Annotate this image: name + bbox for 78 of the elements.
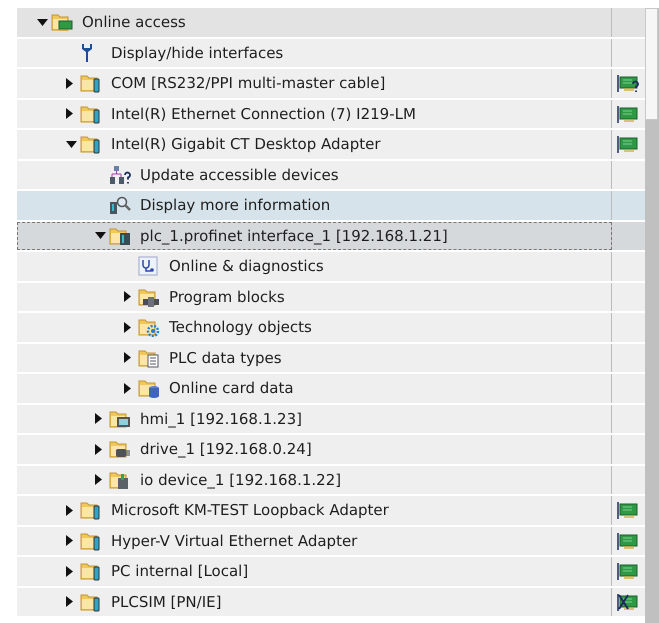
tree-item-label: Microsoft KM-TEST Loopback Adapter <box>111 501 389 520</box>
expanded-arrow-icon[interactable] <box>95 232 106 240</box>
tree-row[interactable]: Display more information <box>17 191 645 222</box>
collapsed-arrow-icon[interactable] <box>124 322 131 333</box>
tree-row[interactable]: Online card data <box>17 374 645 404</box>
tree-row[interactable]: hmi_1 [192.168.1.23] <box>17 404 645 435</box>
tree-item-label: Online card data <box>169 379 294 398</box>
collapsed-arrow-icon[interactable] <box>66 566 73 577</box>
folder-phone-icon <box>80 73 102 94</box>
folder-gear-icon <box>138 317 160 338</box>
scrollbar-thumb[interactable] <box>645 8 658 120</box>
tree-item-label: Display more information <box>140 196 330 214</box>
tree-row[interactable]: plc_1.profinet interface_1 [192.168.1.21] <box>17 222 645 252</box>
tree-item-label: Online & diagnostics <box>169 257 324 276</box>
folder-card-icon <box>51 12 73 32</box>
tree-row[interactable]: drive_1 [192.168.0.24] <box>17 435 645 466</box>
expanded-arrow-icon[interactable] <box>66 140 77 148</box>
tree-row[interactable]: Intel(R) Gigabit CT Desktop Adapter <box>17 130 645 160</box>
tree-item-label: Online access <box>82 13 186 32</box>
folder-phone-icon <box>80 500 102 520</box>
tree-row[interactable]: Intel(R) Ethernet Connection (7) I219-LM <box>17 100 645 130</box>
tree-row[interactable]: Hyper-V Virtual Ethernet Adapter <box>17 526 645 557</box>
collapsed-arrow-icon[interactable] <box>66 108 73 120</box>
collapsed-arrow-icon[interactable] <box>95 444 102 455</box>
folder-motor-icon <box>109 439 131 460</box>
tree-row[interactable]: Technology objects <box>17 313 645 344</box>
tree-row[interactable]: PC internal [Local] <box>17 557 645 588</box>
tree-row[interactable]: Display/hide interfaces <box>17 38 645 69</box>
folder-phone-icon <box>80 134 102 154</box>
tree-item-label: Technology objects <box>169 318 312 336</box>
folder-phone-icon <box>80 104 102 124</box>
tree-item-label: Intel(R) Gigabit CT Desktop Adapter <box>111 135 380 154</box>
collapsed-arrow-icon[interactable] <box>66 78 73 89</box>
tree-row[interactable]: Online access <box>17 8 645 38</box>
tree-row[interactable]: Program blocks <box>17 282 645 313</box>
tree-row[interactable]: PLC data types <box>17 344 645 374</box>
folder-phone-icon <box>80 561 102 582</box>
collapsed-arrow-icon[interactable] <box>95 474 102 486</box>
expanded-arrow-icon[interactable] <box>37 18 48 26</box>
collapsed-arrow-icon[interactable] <box>124 352 131 364</box>
folder-phone-icon <box>80 592 102 612</box>
tree-row[interactable]: COM [RS232/PPI multi-master cable] <box>17 69 645 100</box>
tree-item-label: hmi_1 [192.168.1.23] <box>140 410 302 428</box>
tree-row[interactable]: Online & diagnostics <box>17 252 645 282</box>
collapsed-arrow-icon[interactable] <box>124 291 131 302</box>
tree-item-label: COM [RS232/PPI multi-master cable] <box>111 74 386 92</box>
collapsed-arrow-icon[interactable] <box>124 382 131 394</box>
folder-io-icon <box>109 470 131 490</box>
tree-item-label: Update accessible devices <box>140 166 339 184</box>
tree-row[interactable]: io device_1 [192.168.1.22] <box>17 466 645 496</box>
tree-item-label: Program blocks <box>169 288 285 306</box>
collapsed-arrow-icon[interactable] <box>95 413 102 424</box>
wrench-icon <box>80 42 94 63</box>
magnifier-device-icon <box>109 195 131 216</box>
tree-item-label: Intel(R) Ethernet Connection (7) I219-LM <box>111 104 416 123</box>
folder-doc-icon <box>138 348 160 368</box>
tree-row[interactable]: Update accessible devices <box>17 160 645 191</box>
tree-item-label: Hyper-V Virtual Ethernet Adapter <box>111 532 358 550</box>
tree-row[interactable]: PLCSIM [PN/IE] <box>17 588 645 618</box>
tree-item-label: Display/hide interfaces <box>111 44 284 62</box>
tree-item-label: drive_1 [192.168.0.24] <box>140 440 312 458</box>
tree-item-label: io device_1 [192.168.1.22] <box>140 470 342 489</box>
stethoscope-icon <box>138 256 158 276</box>
tree-item-label: PC internal [Local] <box>111 562 248 580</box>
collapsed-arrow-icon[interactable] <box>66 596 73 608</box>
folder-block-icon <box>138 286 160 307</box>
tree-item-label: plc_1.profinet interface_1 [192.168.1.21] <box>140 226 448 245</box>
folder-plc-icon <box>109 226 131 246</box>
collapsed-arrow-icon[interactable] <box>66 504 73 516</box>
collapsed-arrow-icon[interactable] <box>66 535 73 546</box>
folder-screen-icon <box>109 408 131 429</box>
folder-phone-icon <box>80 530 102 551</box>
tree-item-label: PLC data types <box>169 348 282 367</box>
tree-row[interactable]: Microsoft KM-TEST Loopback Adapter <box>17 496 645 526</box>
tree-item-label: PLCSIM [PN/IE] <box>111 592 222 611</box>
scrollbar[interactable] <box>645 8 659 623</box>
folder-db-icon <box>138 378 160 398</box>
network-question-icon <box>109 164 131 185</box>
